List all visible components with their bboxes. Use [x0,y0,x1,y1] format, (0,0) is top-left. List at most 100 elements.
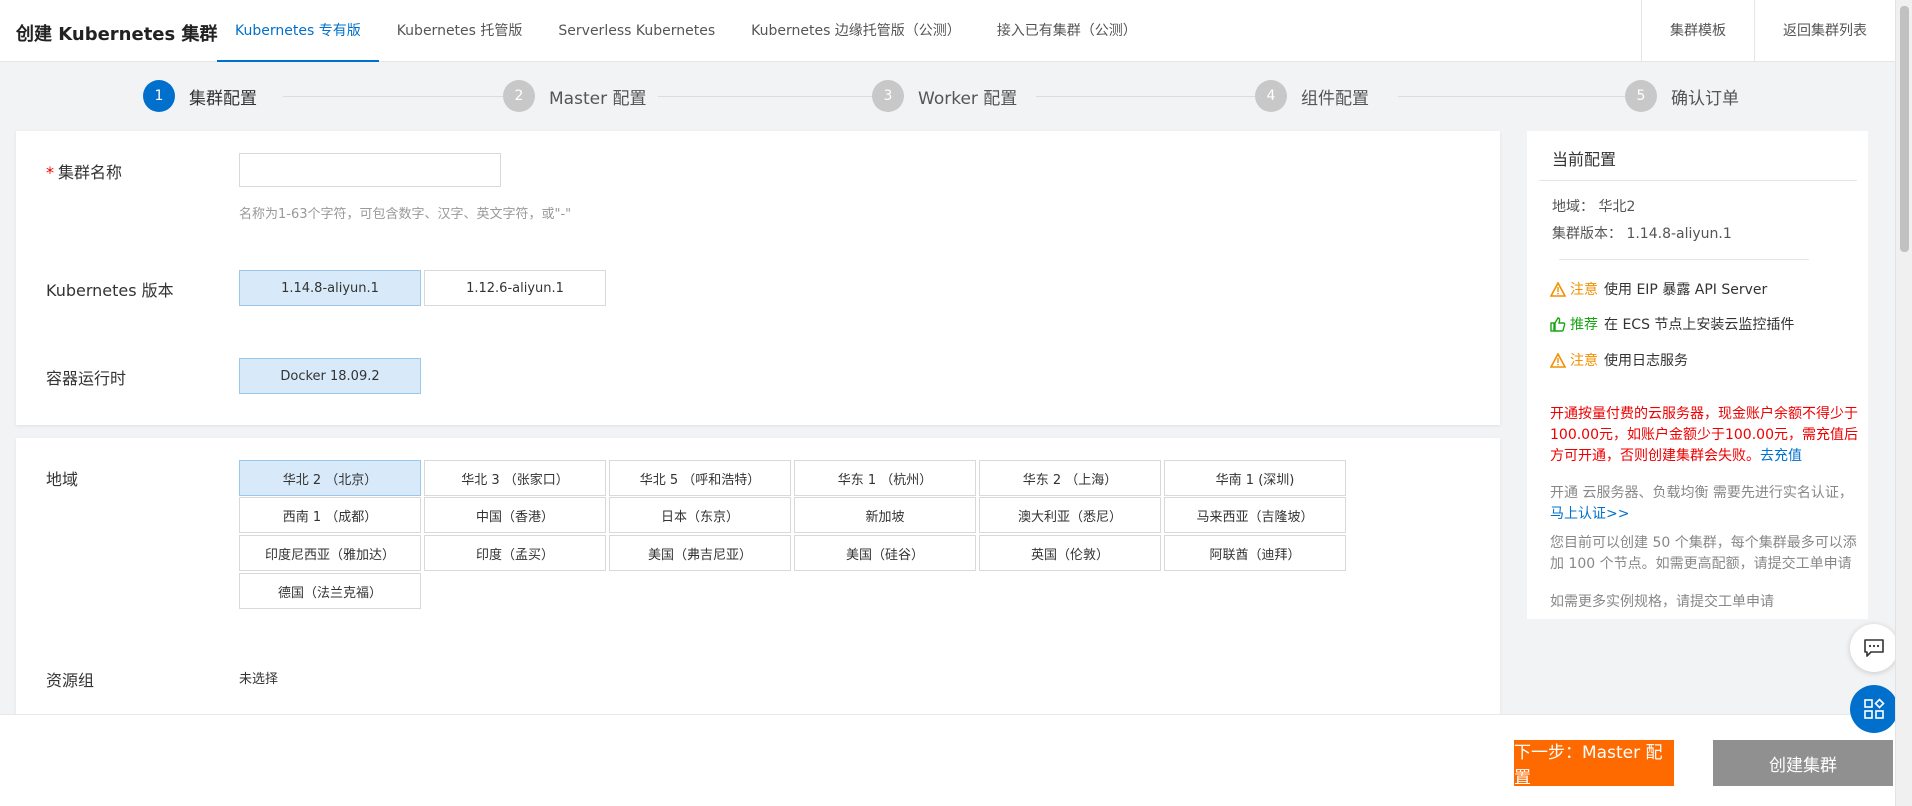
region-option[interactable]: 阿联酋（迪拜） [1164,535,1346,571]
create-cluster-button[interactable]: 创建集群 [1713,740,1893,786]
step-number: 2 [503,80,535,112]
runtime-label: 容器运行时 [46,369,127,388]
runtime-option-docker[interactable]: Docker 18.09.2 [239,358,421,394]
region-summary: 地域： 华北2 [1552,199,1636,215]
step-label: 组件配置 [1301,88,1369,109]
region-panel: 地域 华北 2 （北京） 华北 3 （张家口） 华北 5 （呼和浩特） 华东 1… [16,438,1500,714]
step-component-config: 4 组件配置 [1255,80,1369,112]
cluster-name-label: * 集群名称 [46,159,122,183]
tip-cloud-monitor: 推荐 在 ECS 节点上安装云监控插件 [1550,314,1794,334]
step-worker-config: 3 Worker 配置 [872,80,1017,112]
step-label: 集群配置 [189,88,257,109]
tip-text: 在 ECS 节点上安装云监控插件 [1604,317,1795,333]
version-option-1-12-6[interactable]: 1.12.6-aliyun.1 [424,270,606,306]
region-option[interactable]: 中国（香港） [424,497,606,533]
region-option[interactable]: 马来西亚（吉隆坡） [1164,497,1346,533]
region-option[interactable]: 德国（法兰克福） [239,573,421,609]
apps-icon [1864,698,1885,719]
next-step-button[interactable]: 下一步：Master 配置 [1514,740,1674,788]
region-option[interactable]: 华北 3 （张家口） [424,460,606,496]
sidebar-title: 当前配置 [1552,150,1617,169]
region-option[interactable]: 日本（东京） [609,497,791,533]
chat-button[interactable] [1850,624,1898,672]
wizard-steps: 1 集群配置 2 Master 配置 3 Worker 配置 4 组件配置 5 … [143,80,1739,112]
region-option[interactable]: 美国（硅谷） [794,535,976,571]
region-option[interactable]: 华东 1 （杭州） [794,460,976,496]
tip-eip: 注意 使用 EIP 暴露 API Server [1550,279,1767,299]
header-actions: 集群模板 返回集群列表 [1641,0,1895,62]
tab-dedicated[interactable]: Kubernetes 专有版 [217,0,379,62]
required-mark: * [46,163,54,182]
verify-now-link[interactable]: 马上认证>> [1550,506,1629,522]
region-option[interactable]: 华北 2 （北京） [239,460,421,496]
current-config-sidebar: 当前配置 地域： 华北2 集群版本： 1.14.8-aliyun.1 注意 使用… [1527,131,1868,619]
cluster-name-label-text: 集群名称 [58,163,123,182]
region-option[interactable]: 澳大利亚（悉尼） [979,497,1161,533]
step-number: 4 [1255,80,1287,112]
tab-managed[interactable]: Kubernetes 托管版 [379,0,541,62]
balance-warning: 开通按量付费的云服务器，现金账户余额不得少于100.00元，如账户金额少于100… [1550,404,1862,467]
step-connector [1398,96,1640,97]
divider [1559,259,1809,260]
cluster-name-input[interactable] [239,153,501,187]
thumbs-up-icon [1550,316,1566,332]
page-title: 创建 Kubernetes 集群 [16,24,218,45]
basic-config-panel: * 集群名称 名称为1-63个字符，可包含数字、汉字、英文字符，或"-" Kube… [16,131,1500,425]
cluster-type-tabs: Kubernetes 专有版 Kubernetes 托管版 Serverless… [217,0,1155,62]
divider [1539,180,1857,181]
region-option[interactable]: 英国（伦敦） [979,535,1161,571]
tab-import-existing[interactable]: 接入已有集群（公测） [979,0,1155,62]
step-label: Master 配置 [549,88,647,109]
step-master-config: 2 Master 配置 [503,80,646,112]
tab-serverless[interactable]: Serverless Kubernetes [540,0,733,62]
tab-edge-managed[interactable]: Kubernetes 边缘托管版（公测） [733,0,979,62]
k8s-version-label: Kubernetes 版本 [46,281,174,300]
step-label: 确认订单 [1671,88,1739,109]
resource-group-label: 资源组 [46,671,95,690]
recharge-link[interactable]: 去充值 [1760,448,1802,464]
apps-button[interactable] [1850,685,1898,733]
region-option[interactable]: 华南 1 (深圳) [1164,460,1346,496]
cluster-template-link[interactable]: 集群模板 [1641,0,1754,62]
cluster-name-hint: 名称为1-63个字符，可包含数字、汉字、英文字符，或"-" [239,207,572,222]
version-option-1-14-8[interactable]: 1.14.8-aliyun.1 [239,270,421,306]
region-option[interactable]: 华东 2 （上海） [979,460,1161,496]
balance-warning-text: 开通按量付费的云服务器，现金账户余额不得少于100.00元，如账户金额少于100… [1550,406,1858,464]
tip-log-service: 注意 使用日志服务 [1550,350,1688,370]
quota-notice: 您目前可以创建 50 个集群，每个集群最多可以添加 100 个节点。如需更高配额… [1550,535,1857,572]
step-number: 1 [143,80,175,112]
region-option[interactable]: 美国（弗吉尼亚） [609,535,791,571]
scrollbar-thumb[interactable] [1900,6,1909,252]
auth-notice: 开通 云服务器、负载均衡 需要先进行实名认证， 马上认证>> [1550,483,1866,525]
region-option[interactable]: 新加坡 [794,497,976,533]
tip-tag: 注意 [1570,353,1598,369]
warning-icon [1550,352,1566,368]
tip-tag: 推荐 [1570,317,1598,333]
step-confirm-order: 5 确认订单 [1625,80,1739,112]
step-number: 5 [1625,80,1657,112]
resource-group-value[interactable]: 未选择 [239,668,278,687]
region-option[interactable]: 华北 5 （呼和浩特） [609,460,791,496]
page-scrollbar[interactable] [1895,0,1912,806]
region-option[interactable]: 印度尼西亚（雅加达） [239,535,421,571]
region-label: 地域 [46,470,79,489]
tip-text: 使用 EIP 暴露 API Server [1604,282,1768,298]
version-summary: 集群版本： 1.14.8-aliyun.1 [1552,226,1732,242]
step-number: 3 [872,80,904,112]
chat-icon [1864,639,1884,657]
step-connector [283,96,503,97]
footer-bar: 下一步：Master 配置 创建集群 [0,714,1895,806]
back-to-cluster-list-link[interactable]: 返回集群列表 [1754,0,1895,62]
step-cluster-config: 1 集群配置 [143,80,257,112]
tip-tag: 注意 [1570,282,1598,298]
step-connector [658,96,876,97]
tip-text: 使用日志服务 [1604,353,1688,369]
region-option[interactable]: 西南 1 （成都） [239,497,421,533]
warning-icon [1550,281,1566,297]
top-header: 创建 Kubernetes 集群 Kubernetes 专有版 Kubernet… [0,0,1895,62]
region-option[interactable]: 印度（孟买） [424,535,606,571]
more-specs-notice: 如需更多实例规格，请提交工单申请 [1550,594,1774,610]
step-connector [1036,96,1258,97]
auth-text: 开通 云服务器、负载均衡 需要先进行实名认证， [1550,485,1853,501]
step-label: Worker 配置 [918,88,1018,109]
